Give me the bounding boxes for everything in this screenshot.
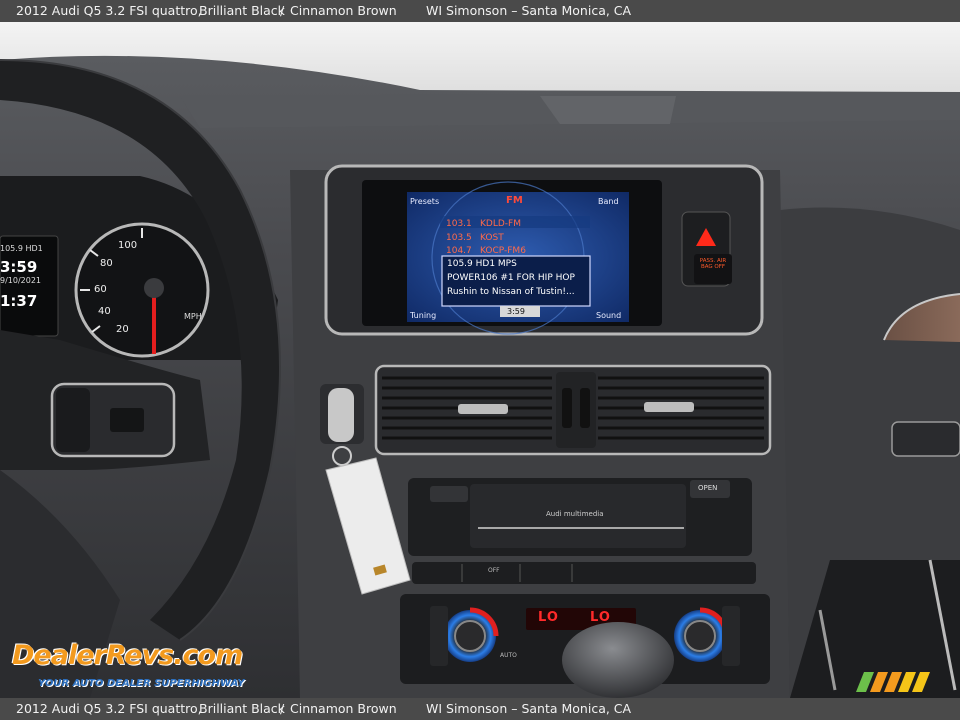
climate-right-display: LO: [590, 610, 611, 625]
speed-tick-60: 60: [94, 284, 107, 295]
cluster-date: 9/10/2021: [0, 276, 42, 285]
screen-band-button: Band: [598, 197, 619, 206]
media-label: Audi multimedia: [546, 510, 604, 518]
watermark-tagline: YOUR AUTO DEALER SUPERHIGHWAY: [38, 678, 245, 689]
station-freq: 103.1: [446, 219, 472, 229]
speed-tick-20: 20: [116, 324, 129, 335]
station-freq: 103.5: [446, 233, 472, 243]
caption-interior: Cinnamon Brown: [290, 3, 397, 18]
caption-vehicle: 2012 Audi Q5 3.2 FSI quattro,: [16, 3, 202, 18]
dashboard-illustration: [0, 22, 960, 698]
watermark-stripes: [856, 672, 930, 692]
caption-dealer: WI Simonson – Santa Monica, CA: [426, 3, 632, 18]
info-line: 105.9 HD1 MPS: [447, 259, 517, 269]
caption-vehicle: 2012 Audi Q5 3.2 FSI quattro,: [16, 701, 202, 716]
screen-tuning: Tuning: [410, 311, 437, 320]
speed-unit: MPH: [184, 312, 202, 321]
caption-dealer: WI Simonson – Santa Monica, CA: [426, 701, 632, 716]
cluster-time: 3:59: [0, 258, 38, 276]
speed-tick-40: 40: [98, 306, 111, 317]
dashboard-photo: 105.9 HD1 3:59 9/10/2021 1:37 100 80 60 …: [0, 22, 960, 698]
station-name: KDLD-FM: [480, 219, 521, 229]
caption-separator: /: [280, 701, 285, 716]
caption-interior: Cinnamon Brown: [290, 701, 397, 716]
station-freq: 104.7: [446, 246, 472, 256]
screen-presets: Presets: [410, 197, 440, 206]
cluster-station: 105.9 HD1: [0, 244, 43, 253]
cluster-trip-time: 1:37: [0, 292, 38, 310]
screen-sound: Sound: [596, 311, 622, 320]
info-line: Rushin to Nissan of Tustin!...: [447, 287, 575, 297]
climate-left-display: LO: [538, 610, 559, 625]
caption-bar-bottom: 2012 Audi Q5 3.2 FSI quattro, Brilliant …: [0, 698, 960, 720]
speed-tick-80: 80: [100, 258, 113, 269]
auto-button[interactable]: AUTO: [500, 652, 517, 659]
off-button[interactable]: OFF: [488, 567, 500, 574]
screen-clock: 3:59: [507, 307, 525, 316]
info-line: POWER106 #1 FOR HIP HOP: [447, 273, 575, 283]
station-name: KOST: [480, 233, 504, 243]
station-name: KOCP-FM6: [480, 246, 526, 256]
watermark-brand: DealerRevs.com: [12, 640, 243, 671]
caption-exterior: Brilliant Black: [199, 3, 285, 18]
caption-separator: /: [280, 3, 285, 18]
screen-band-name: FM: [506, 195, 523, 206]
caption-exterior: Brilliant Black: [199, 701, 285, 716]
open-button[interactable]: OPEN: [698, 484, 717, 492]
airbag-off-indicator: PASS. AIR BAG OFF: [699, 258, 727, 270]
speed-tick-100: 100: [118, 240, 138, 251]
caption-bar-top: 2012 Audi Q5 3.2 FSI quattro, Brilliant …: [0, 0, 960, 22]
